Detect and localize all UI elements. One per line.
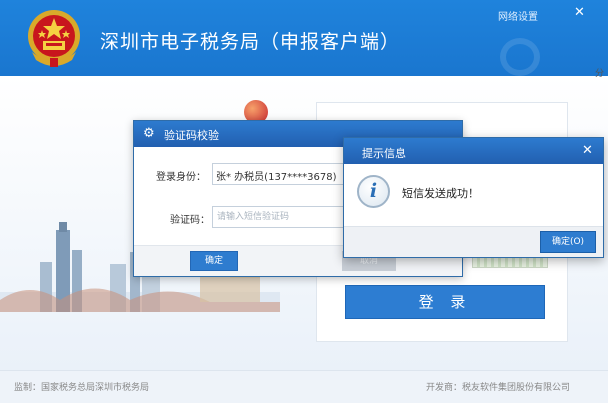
identity-value: 张* 办税员(137****3678) <box>216 172 337 183</box>
verify-ok-button[interactable]: 确定 <box>190 251 238 271</box>
supervisor-text: 监制：国家税务总局深圳市税务局 <box>14 383 150 393</box>
gear-icon: ⚙ <box>143 126 155 141</box>
header-watermark <box>500 38 540 76</box>
info-dialog-title: 提示信息 <box>362 147 406 160</box>
info-dialog: 提示信息 ✕ i 短信发送成功！ 确定(O) <box>343 137 604 258</box>
network-settings-link[interactable]: 网络设置 <box>498 8 538 23</box>
info-dialog-titlebar[interactable]: 提示信息 ✕ <box>344 138 603 164</box>
identity-select[interactable]: 张* 办税员(137****3678) <box>212 163 346 185</box>
info-close-button[interactable]: ✕ <box>582 143 593 158</box>
sms-code-input[interactable] <box>212 206 346 228</box>
app-window: 深圳市电子税务局（申报客户端） 网络设置 ✕ 登 录 分 X 监制：国家税务总局… <box>0 0 608 403</box>
left-edge-mark <box>0 120 4 134</box>
national-emblem-icon <box>28 10 80 67</box>
identity-label: 登录身份： <box>156 172 206 183</box>
info-ok-button[interactable]: 确定(O) <box>540 231 596 253</box>
window-close-button[interactable]: ✕ <box>574 5 585 20</box>
app-title: 深圳市电子税务局（申报客户端） <box>100 31 401 53</box>
info-message: 短信发送成功！ <box>402 187 479 200</box>
verify-dialog-title: 验证码校验 <box>164 129 219 142</box>
info-icon: i <box>357 175 390 208</box>
app-footer: 监制：国家税务总局深圳市税务局 开发商：税友软件集团股份有限公司 <box>0 370 608 403</box>
developer-text: 开发商：税友软件集团股份有限公司 <box>426 383 571 393</box>
login-button[interactable]: 登 录 <box>345 285 545 319</box>
code-label: 验证码： <box>170 215 210 226</box>
edge-label-1: 分 <box>595 69 605 79</box>
app-header: 深圳市电子税务局（申报客户端） 网络设置 ✕ <box>0 0 608 76</box>
